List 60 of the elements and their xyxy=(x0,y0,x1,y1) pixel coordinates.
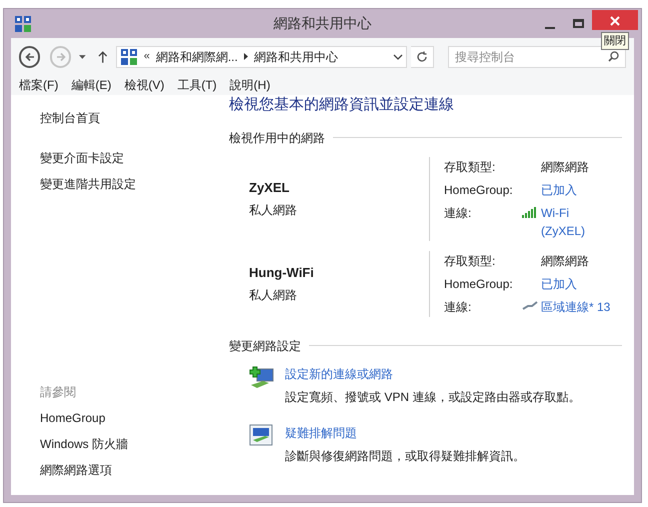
property-label: HomeGroup: xyxy=(444,276,514,292)
menu-item[interactable]: 說明(H) xyxy=(230,76,270,94)
network-category: 私人網路 xyxy=(249,202,297,219)
refresh-icon xyxy=(416,50,428,62)
connection-link[interactable]: 已加入 xyxy=(541,180,577,198)
network-icon xyxy=(120,48,138,66)
sidebar-link[interactable]: 變更介面卡設定 xyxy=(40,149,124,167)
search-field[interactable]: 搜尋控制台 xyxy=(448,46,626,68)
tooltip: 關閉 xyxy=(601,32,629,50)
see-also-heading: 請參閱 xyxy=(40,384,76,401)
chevron-down-icon[interactable] xyxy=(392,54,403,60)
close-button[interactable] xyxy=(592,10,638,30)
troubleshoot-icon xyxy=(249,424,273,446)
connection-link[interactable]: Wi-Fi (ZyXEL) xyxy=(541,204,593,240)
new-connection-icon xyxy=(249,364,275,388)
task-description: 診斷與修復網路問題，或取得疑難排解資訊。 xyxy=(285,448,525,464)
section-heading: 變更網路設定 xyxy=(229,338,301,354)
dropdown-caret-icon[interactable] xyxy=(79,54,86,58)
sidebar-link[interactable]: HomeGroup xyxy=(40,409,106,427)
task-link[interactable]: 設定新的連線或網路 xyxy=(285,364,393,382)
up-arrow-icon[interactable] xyxy=(98,50,108,62)
breadcrumb-item[interactable]: 網路和網際網... xyxy=(156,48,238,66)
sidebar-link[interactable]: 控制台首頁 xyxy=(40,109,100,127)
breadcrumb-separator: « xyxy=(144,49,150,64)
property-value: 網際網路 xyxy=(541,252,589,270)
breadcrumb-arrow-icon xyxy=(244,53,248,60)
menu-item[interactable]: 編輯(E) xyxy=(71,76,112,94)
property-label: HomeGroup: xyxy=(444,182,514,198)
property-label: 連線: xyxy=(444,298,472,316)
task-link[interactable]: 疑難排解問題 xyxy=(285,424,357,442)
address-bar[interactable]: « 網路和網際網... 網路和共用中心 xyxy=(116,46,407,68)
cable-icon xyxy=(522,300,538,310)
refresh-button[interactable] xyxy=(410,46,434,68)
sidebar-link[interactable]: 網際網路選項 xyxy=(40,461,112,479)
network-icon xyxy=(14,14,32,32)
page-heading: 檢視您基本的網路資訊並設定連線 xyxy=(229,95,455,115)
menu-item[interactable]: 工具(T) xyxy=(177,76,217,94)
property-label: 連線: xyxy=(444,204,472,222)
back-arrow-icon xyxy=(24,52,35,62)
property-label: 存取類型: xyxy=(444,158,496,176)
property-value: 網際網路 xyxy=(541,158,589,176)
back-button[interactable] xyxy=(19,46,40,68)
sidebar-link[interactable]: 變更進階共用設定 xyxy=(40,175,136,193)
close-icon xyxy=(610,16,620,26)
section-heading: 檢視作用中的網路 xyxy=(229,130,325,146)
search-icon xyxy=(608,50,619,62)
connection-link[interactable]: 已加入 xyxy=(541,274,577,292)
menu-item[interactable]: 檢視(V) xyxy=(124,76,164,94)
sidebar-link[interactable]: Windows 防火牆 xyxy=(40,435,128,453)
network-name: Hung-WiFi xyxy=(249,264,314,282)
menu-item[interactable]: 檔案(F) xyxy=(19,76,58,94)
signal-icon xyxy=(522,206,538,218)
breadcrumb-item[interactable]: 網路和共用中心 xyxy=(254,48,338,66)
network-name: ZyXEL xyxy=(249,179,290,198)
task-description: 設定寬頻、撥號或 VPN 連線，或設定路由器或存取點。 xyxy=(285,388,580,406)
property-label: 存取類型: xyxy=(444,252,496,270)
network-category: 私人網路 xyxy=(249,286,297,304)
forward-arrow-icon xyxy=(56,52,66,62)
connection-link[interactable]: 區域連線* 13 xyxy=(541,298,610,316)
window-title: 網路和共用中心 xyxy=(274,14,372,33)
